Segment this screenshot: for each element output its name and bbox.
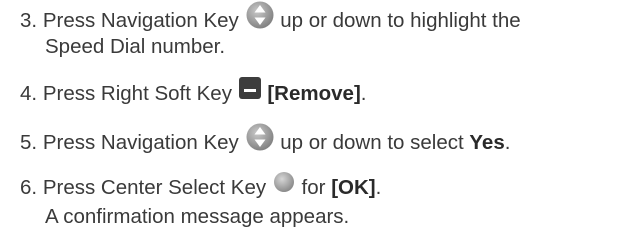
navigation-key-icon	[245, 122, 275, 161]
navigation-key-icon	[245, 0, 275, 39]
step-5: 5. Press Navigation Key up or down to se…	[20, 122, 511, 163]
step-text: up or down to select	[280, 130, 464, 154]
step-text: Press Navigation Key	[42, 130, 239, 154]
step-6-line-2: A confirmation message appears.	[45, 205, 350, 228]
step-end: .	[375, 175, 382, 199]
step-end: .	[504, 130, 511, 154]
step-4: 4. Press Right Soft Key [Remove].	[20, 76, 367, 111]
step-emphasis: [Remove]	[267, 81, 361, 105]
step-text: Press Right Soft Key	[42, 81, 232, 105]
step-emphasis: Yes	[469, 130, 505, 154]
center-select-key-icon	[272, 170, 296, 203]
step-text: Press Center Select Key	[42, 175, 267, 199]
step-6: 6. Press Center Select Key for [OK].	[20, 172, 381, 205]
step-emphasis: [OK]	[331, 175, 376, 199]
step-number: 6.	[20, 175, 38, 199]
step-text: up or down to highlight the	[280, 8, 521, 32]
step-number: 5.	[20, 130, 38, 154]
step-text: Press Navigation Key	[42, 8, 239, 32]
step-text: for	[301, 175, 326, 199]
step-number: 3.	[20, 8, 38, 32]
right-soft-key-icon	[238, 76, 262, 109]
step-3-line-2: Speed Dial number.	[45, 35, 226, 58]
manual-page: { "steps": [ { "number": "3.", "before":…	[0, 0, 641, 247]
step-end: .	[360, 81, 367, 105]
step-number: 4.	[20, 81, 38, 105]
